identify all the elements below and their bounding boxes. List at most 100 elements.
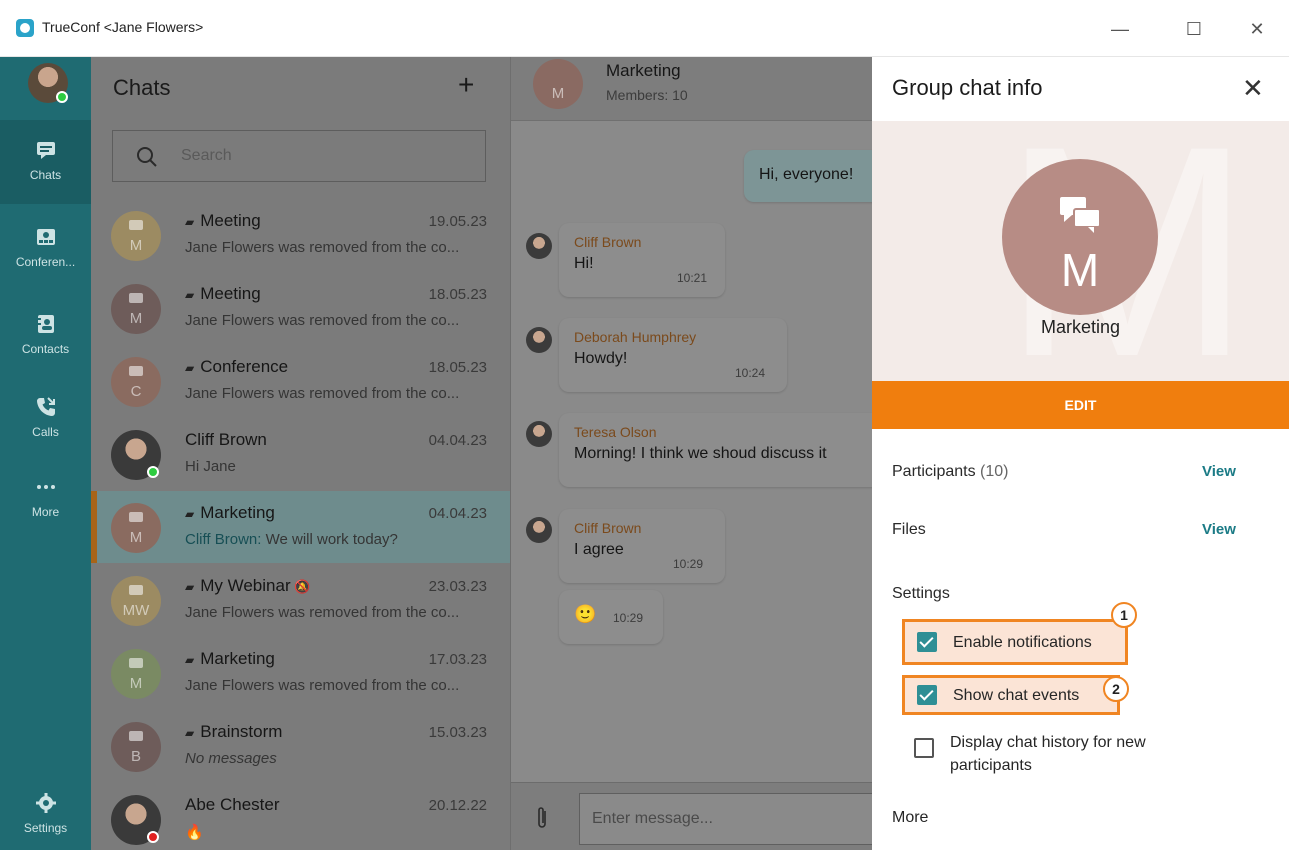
chat-bubble-icon (36, 142, 55, 159)
chat-name-line: ▰ Meeting (185, 211, 261, 231)
presence-status-dot (147, 831, 159, 843)
chat-preview: Jane Flowers was removed from the co... (185, 239, 490, 256)
group-chat-icon (129, 731, 143, 741)
chat-preview: Hi Jane (185, 458, 490, 475)
preview-text: Jane Flowers was removed from the co... (185, 312, 460, 329)
enable-notifications-checkbox[interactable] (917, 632, 937, 652)
edit-button[interactable]: EDIT (872, 381, 1289, 429)
chat-name-line: ▰ Brainstorm (185, 722, 282, 742)
view-files-link[interactable]: View (1202, 521, 1236, 538)
chat-preview: Jane Flowers was removed from the co... (185, 312, 490, 329)
paperclip-icon[interactable] (535, 805, 549, 831)
message-input[interactable]: Enter message... (579, 793, 872, 845)
group-chat-icon (129, 220, 143, 230)
show-chat-events-checkbox[interactable] (917, 685, 937, 705)
avatar[interactable] (526, 233, 552, 259)
chat-date: 23.03.23 (428, 578, 487, 595)
search-input[interactable]: Search (112, 130, 486, 182)
nav-label: More (31, 505, 60, 519)
message-bubble[interactable]: 🙂 10:29 (559, 590, 663, 644)
participants-count: (10) (980, 463, 1009, 480)
group-chat-icon: ▰ (185, 288, 195, 302)
callout-badge: 1 (1111, 602, 1137, 628)
nav-item-more[interactable]: More (0, 467, 91, 551)
chat-date: 18.05.23 (428, 286, 487, 303)
conversation-panel: M Marketing Members: 10 Hi, everyone! Cl… (510, 57, 872, 850)
chat-list-item[interactable]: M ▰ Marketing 04.04.23 Cliff Brown: We will … (91, 491, 510, 563)
chat-name-line: ▰ My Webinar 🔕 (185, 576, 310, 596)
group-avatar-large[interactable]: M (1002, 159, 1158, 315)
group-chat-icon: ▰ (185, 726, 195, 740)
nav-item-calls[interactable]: Calls (0, 377, 91, 461)
avatar-initial: MW (122, 602, 150, 619)
conference-icon (36, 229, 55, 245)
chats-panel: Chats + Search M ▰ Meeting 19.05.23 Jane Flo… (91, 57, 510, 850)
search-placeholder: Search (181, 147, 232, 164)
preview-text: Hi Jane (185, 458, 236, 475)
nav-item-conferences[interactable]: Conferen... (0, 207, 91, 291)
option-label-cont: participants (950, 757, 1032, 774)
nav-item-contacts[interactable]: Contacts (0, 294, 91, 378)
message-bubble[interactable]: Cliff Brown Hi! 10:21 (559, 223, 725, 297)
nav-label: Contacts (21, 342, 70, 356)
message-sender: Deborah Humphrey (574, 329, 697, 345)
avatar[interactable] (526, 327, 552, 353)
chat-list-item[interactable]: Cliff Brown 04.04.23 Hi Jane (91, 418, 510, 490)
window-close-button[interactable]: ✕ (1243, 15, 1271, 43)
group-chat-icon (129, 512, 143, 522)
display-history-checkbox[interactable] (914, 738, 934, 758)
chat-date: 04.04.23 (428, 432, 487, 449)
chat-name: Marketing (200, 503, 275, 522)
show-chat-events-option[interactable]: Show chat events (902, 675, 1120, 715)
chat-list-item[interactable]: M ▰ Meeting 18.05.23 Jane Flowers was remove… (91, 272, 510, 344)
close-icon[interactable]: ✕ (1242, 73, 1264, 104)
nav-rail: Chats Conferen... Contacts Calls More Se… (0, 57, 91, 850)
chat-list-item[interactable]: MW ▰ My Webinar 🔕 23.03.23 Jane Flowers was … (91, 564, 510, 636)
message-bubble[interactable]: Hi, everyone! (744, 150, 872, 202)
message-emoji: 🙂 (574, 604, 597, 624)
chat-name: Meeting (200, 211, 261, 230)
avatar-initial: M (129, 310, 143, 327)
message-time: 10:29 (673, 557, 704, 571)
display-history-option[interactable]: Display chat history for new participant… (902, 730, 1262, 780)
nav-label: Chats (29, 168, 62, 182)
chat-list-item[interactable]: B ▰ Brainstorm 15.03.23 No messages (91, 710, 510, 782)
enable-notifications-option[interactable]: Enable notifications (902, 619, 1128, 665)
message-bubble[interactable]: Deborah Humphrey Howdy! 10:24 (559, 318, 787, 392)
avatar[interactable] (526, 517, 552, 543)
chat-date: 17.03.23 (428, 651, 487, 668)
chat-list-item[interactable]: M ▰ Meeting 19.05.23 Jane Flowers was remove… (91, 199, 510, 271)
participants-label: Participants (892, 463, 976, 480)
chat-name-line: Abe Chester (185, 795, 280, 815)
user-avatar[interactable] (28, 63, 68, 103)
minimize-button[interactable]: — (1106, 15, 1134, 43)
message-bubble[interactable]: Cliff Brown I agree 10:29 (559, 509, 725, 583)
presence-status-dot (147, 466, 159, 478)
message-sender: Teresa Olson (574, 424, 657, 440)
message-time: 10:21 (677, 271, 708, 285)
chat-preview: Jane Flowers was removed from the co... (185, 677, 490, 694)
chat-date: 18.05.23 (428, 359, 487, 376)
view-participants-link[interactable]: View (1202, 463, 1236, 480)
nav-item-settings[interactable]: Settings (0, 773, 91, 857)
group-info-panel: Group chat info ✕ M M Marketing EDIT Par… (872, 57, 1289, 850)
chat-preview: Cliff Brown: We will work today? (185, 531, 490, 548)
conversation-header[interactable]: M Marketing Members: 10 (511, 57, 872, 121)
chat-name: Marketing (200, 649, 275, 668)
avatar: M (111, 649, 161, 699)
avatar: M (111, 503, 161, 553)
preview-text: 🔥 (185, 824, 204, 841)
avatar[interactable] (526, 421, 552, 447)
message-bubble[interactable]: Teresa Olson Morning! I think we shoud d… (559, 413, 872, 487)
message-text: Hi, everyone! (759, 166, 854, 183)
chat-list-item[interactable]: M ▰ Marketing 17.03.23 Jane Flowers was remo… (91, 637, 510, 709)
avatar-initial: B (130, 748, 141, 765)
chat-list-item[interactable]: C ▰ Conference 18.05.23 Jane Flowers was rem… (91, 345, 510, 417)
conversation-name: Marketing (606, 61, 681, 80)
chats-title: Chats (113, 75, 171, 100)
new-chat-button[interactable]: + (458, 69, 474, 101)
group-initial: M (1060, 244, 1100, 296)
nav-item-chats[interactable]: Chats (0, 120, 91, 204)
chat-list-item[interactable]: Abe Chester 20.12.22 🔥 (91, 783, 510, 850)
maximize-button[interactable]: ☐ (1180, 15, 1208, 43)
